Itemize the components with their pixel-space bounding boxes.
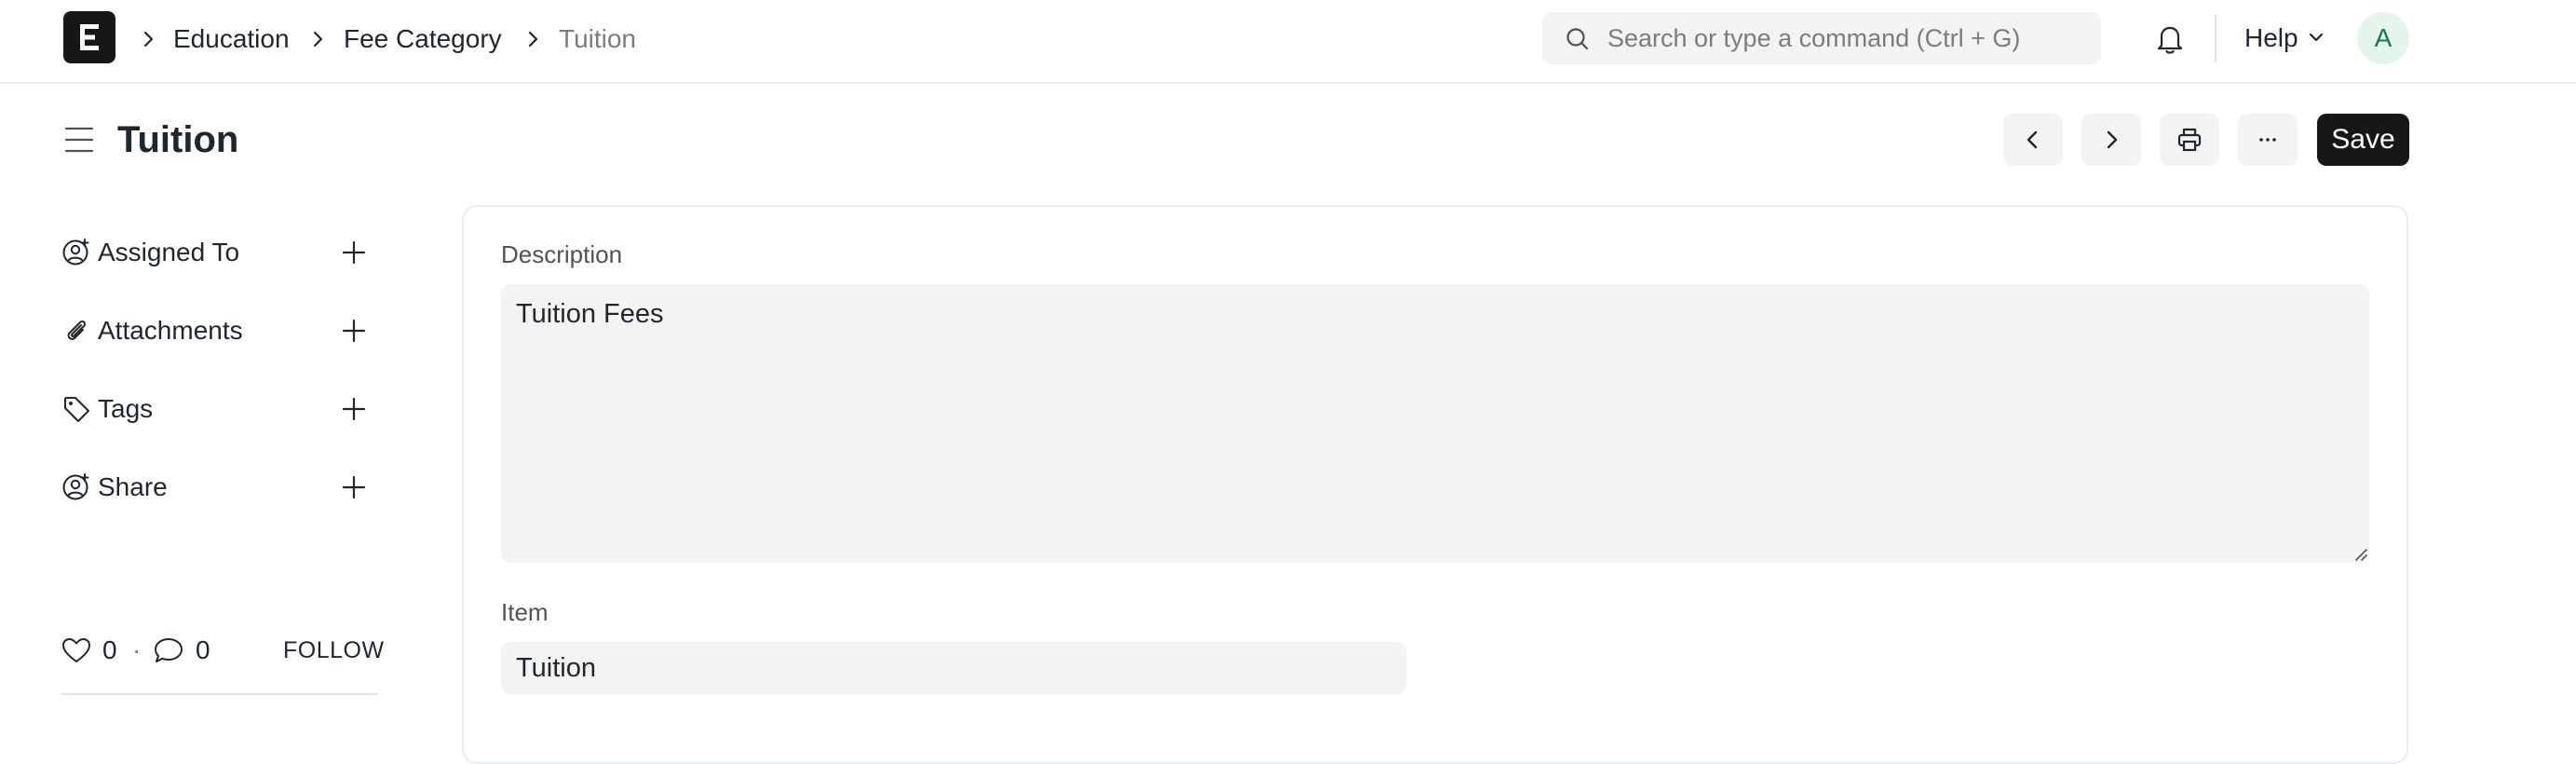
chevron-right-icon [528,31,538,48]
chevron-right-icon [143,31,154,48]
navbar-divider [2215,15,2217,61]
next-record-button[interactable] [2081,114,2141,166]
item-input[interactable] [501,642,1406,694]
sidebar-item-label: Attachments [98,316,243,345]
breadcrumb-fee-category[interactable]: Fee Category [344,20,502,58]
plus-icon[interactable] [339,472,369,502]
like-count: 0 [102,635,117,664]
search-input[interactable] [1607,12,2082,64]
comment-icon[interactable] [153,636,184,664]
notification-bell-icon[interactable] [2154,22,2186,56]
ellipsis-icon [2259,138,2276,142]
page-title: Tuition [117,119,239,160]
stats-separator: · [132,635,142,664]
sidebar-item-share[interactable]: Share [61,469,378,506]
sidebar-item-tags[interactable]: Tags [61,390,378,428]
user-avatar[interactable]: A [2357,12,2409,64]
printer-icon [2177,128,2202,152]
description-textarea[interactable]: Tuition Fees [501,284,2369,563]
save-button[interactable]: Save [2317,114,2409,166]
item-label: Item [501,598,549,626]
paperclip-icon [67,320,87,340]
sidebar-item-label: Tags [98,394,154,423]
resize-handle-icon[interactable] [2352,546,2367,561]
sidebar-item-label: Assigned To [98,238,240,266]
comment-count: 0 [196,635,210,664]
previous-record-button[interactable] [2003,114,2063,166]
breadcrumb-tuition[interactable]: Tuition [559,20,636,58]
sidebar-item-assigned-to[interactable]: Assigned To [61,234,378,271]
sidebar-item-attachments[interactable]: Attachments [61,312,378,349]
breadcrumb-education[interactable]: Education [173,20,290,58]
search-bar[interactable] [1542,12,2101,64]
chevron-right-icon [2107,130,2118,149]
follow-button[interactable]: FOLLOW [283,632,385,669]
plus-icon[interactable] [339,394,369,424]
navbar: Education Fee Category Tuition Help A [0,0,2576,84]
more-actions-button[interactable] [2238,114,2298,166]
app-logo-icon [80,24,99,50]
search-icon [1566,28,1589,50]
sidebar-divider [61,693,378,695]
chevron-down-icon[interactable] [2308,32,2325,45]
description-label: Description [501,240,623,268]
plus-icon[interactable] [339,238,369,267]
app-logo[interactable] [63,11,115,63]
share-user-icon [62,473,89,500]
chevron-left-icon [2027,130,2038,149]
sidebar-toggle-icon[interactable] [63,125,95,155]
print-button[interactable] [2160,114,2219,166]
user-add-icon [62,239,89,266]
chevron-right-icon [313,31,323,48]
tag-icon [64,397,89,422]
sidebar-item-label: Share [98,472,168,501]
heart-icon[interactable] [61,636,91,664]
plus-icon[interactable] [339,316,369,346]
help-menu[interactable]: Help [2244,20,2298,57]
